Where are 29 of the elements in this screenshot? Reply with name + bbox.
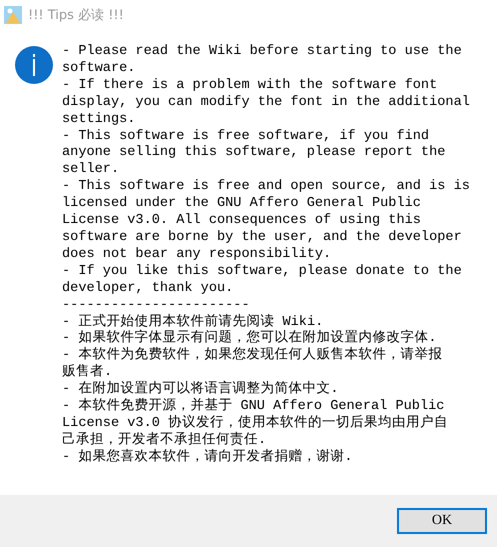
message-line: display, you can modify the font in the additional <box>62 94 470 112</box>
message-line: software. <box>62 60 136 78</box>
message-line: ----------------------- <box>62 298 251 314</box>
message-line: - This software is free software, if you find <box>62 128 430 145</box>
message-line: - 本软件免费开源，并基于 GNU Affero General Public <box>62 399 446 414</box>
message-line: seller. <box>62 162 120 179</box>
message-line: anyone selling this software, please report the <box>62 145 446 162</box>
ok-button[interactable]: OK <box>397 508 487 534</box>
message-line: - Please read the Wiki before starting to use the <box>62 44 463 61</box>
message-line: - 如果软件字体显示有问题，您可以在附加设置内修改字体. <box>62 331 438 346</box>
message-line: License v3.0 协议发行，使用本软件的一切后果均由用户自 <box>62 416 450 432</box>
message-line: - 正式开始使用本软件前请先阅读 Wiki. <box>62 314 324 330</box>
message-line: - If you like this software, please donate to the <box>62 264 463 281</box>
message-line: does not bear any responsibility. <box>62 246 332 264</box>
message-line: 己承担，开发者不承担任何责任. <box>62 432 268 448</box>
message-line: licensed under the GNU Affero General Public <box>62 196 422 213</box>
window-title: !!! Tips 必读 !!! <box>28 7 124 24</box>
message-line: - 如果您喜欢本软件，请向开发者捐赠，谢谢. <box>62 450 354 467</box>
message-line: License v3.0. All consequences of using this <box>62 213 422 230</box>
message-line: settings. <box>62 112 136 129</box>
message-line: - If there is a problem with the software font <box>62 78 438 95</box>
info-icon <box>15 46 53 84</box>
message-line: 贩售者. <box>62 365 114 380</box>
app-icon <box>4 6 22 24</box>
message-line: - This software is free and open source, and is is <box>62 179 470 196</box>
message-line: - 在附加设置内可以将语言调整为简体中文. <box>62 382 340 398</box>
message-line: - 本软件为免费软件，如果您发现任何人贩售本软件，请举报 <box>62 348 444 364</box>
message-line: software are borne by the user, and the developer <box>62 230 463 247</box>
message-line: developer, thank you. <box>62 280 234 298</box>
